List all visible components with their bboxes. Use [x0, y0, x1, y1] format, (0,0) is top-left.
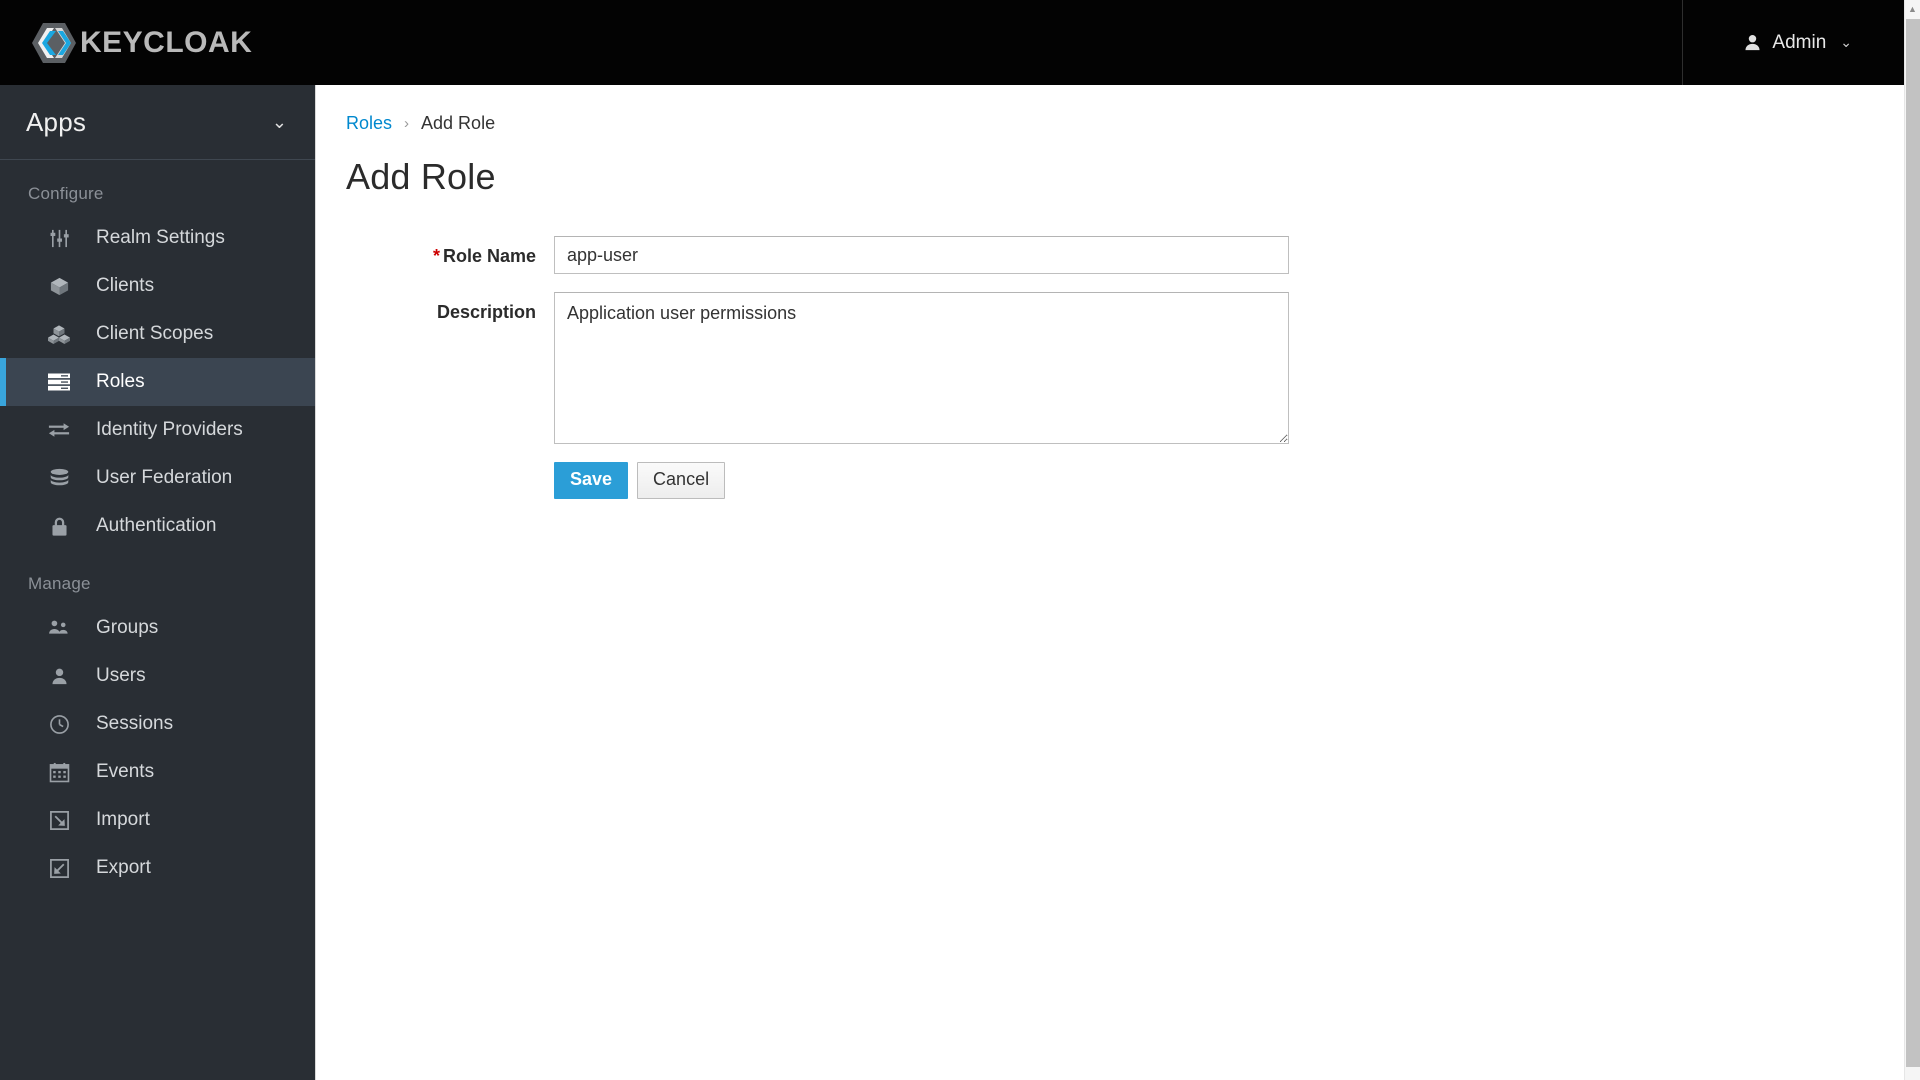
form-row-description: Description [346, 292, 1904, 444]
sidebar-item-label: Sessions [96, 713, 174, 734]
description-textarea[interactable] [554, 292, 1289, 444]
realm-selector-label: Apps [26, 106, 87, 137]
user-icon [48, 665, 70, 687]
role-name-label: * Role Name [346, 236, 554, 267]
sidebar-item-label: Authentication [96, 515, 217, 536]
sidebar-item-label: Import [96, 809, 150, 830]
nav-section-manage-label: Manage [28, 574, 91, 593]
nav-section-configure-label: Configure [28, 184, 104, 203]
brand-logo-link[interactable]: KEYCLOAK [30, 21, 252, 65]
exchange-arrows-icon [48, 419, 70, 441]
sidebar-item-users[interactable]: Users [0, 652, 315, 700]
user-icon [1743, 33, 1762, 52]
database-icon [48, 467, 70, 489]
sidebar-item-identity-providers[interactable]: Identity Providers [0, 406, 315, 454]
role-name-input[interactable] [554, 236, 1289, 274]
cubes-icon [48, 323, 70, 345]
clock-icon [48, 713, 70, 735]
masthead: KEYCLOAK Admin ⌄ [0, 0, 1904, 85]
keycloak-admin-console: KEYCLOAK Admin ⌄ Apps ⌄ Configure Realm … [0, 0, 1920, 1080]
sidebar-item-label: Groups [96, 617, 159, 638]
role-name-label-text: Role Name [442, 246, 536, 266]
save-button[interactable]: Save [554, 462, 629, 499]
sidebar-item-label: Client Scopes [96, 323, 214, 344]
sidebar-item-label: Identity Providers [96, 419, 243, 440]
sidebar-item-user-federation[interactable]: User Federation [0, 454, 315, 502]
export-arrow-icon [48, 857, 70, 879]
form-actions: Save Cancel [554, 462, 1904, 499]
sidebar-item-clients[interactable]: Clients [0, 262, 315, 310]
sidebar-item-roles[interactable]: Roles [0, 358, 315, 406]
breadcrumb: Roles › Add Role [317, 85, 1904, 134]
breadcrumb-separator-icon: › [404, 115, 410, 132]
sidebar-item-label: Realm Settings [96, 227, 225, 248]
sidebar-item-label: Export [96, 857, 151, 878]
sidebar-item-sessions[interactable]: Sessions [0, 700, 315, 748]
page-scrollbar[interactable]: ▲ [1904, 0, 1920, 1080]
main-content: Roles › Add Role Add Role *Role Name Des… [317, 85, 1904, 1080]
admin-user-label: Admin [1772, 31, 1827, 53]
sidebar-item-events[interactable]: Events [0, 748, 315, 796]
required-marker: * [432, 246, 440, 266]
page-title: Add Role [346, 156, 496, 197]
brand-name: KEYCLOAK [80, 25, 253, 59]
scrollbar-thumb[interactable] [1906, 19, 1920, 1067]
sidebar-item-label: Roles [96, 371, 145, 392]
server-stack-icon [48, 371, 70, 393]
chevron-down-icon: ⌄ [271, 112, 287, 132]
sidebar-item-groups[interactable]: Groups [0, 604, 315, 652]
sidebar-item-client-scopes[interactable]: Client Scopes [0, 310, 315, 358]
sidebar-item-label: Clients [96, 275, 155, 296]
lock-icon [48, 515, 70, 537]
cube-icon [48, 275, 70, 297]
add-role-form: *Role Name Description Save Cancel [317, 236, 1904, 499]
users-group-icon [48, 617, 70, 639]
keycloak-hexagon-logo-icon [30, 21, 78, 65]
sidebar-item-export[interactable]: Export [0, 844, 315, 892]
form-row-role-name: * Role Name [346, 236, 1904, 274]
admin-user-dropdown[interactable]: Admin ⌄ [1743, 32, 1852, 54]
description-label: Description [436, 302, 536, 322]
sidebar-item-realm-settings[interactable]: Realm Settings [0, 214, 315, 262]
scroll-up-arrow-icon[interactable]: ▲ [1905, 0, 1920, 17]
sidebar-item-authentication[interactable]: Authentication [0, 502, 315, 550]
import-arrow-icon [48, 809, 70, 831]
chevron-down-icon: ⌄ [1840, 34, 1852, 50]
breadcrumb-link-roles[interactable]: Roles [346, 113, 392, 134]
sidebar-item-label: User Federation [96, 467, 233, 488]
sliders-icon [48, 227, 70, 249]
sidebar-navigation: Apps ⌄ Configure Realm Settings Clients … [0, 85, 316, 1080]
sidebar-item-label: Events [96, 761, 155, 782]
sidebar-item-import[interactable]: Import [0, 796, 315, 844]
masthead-utilities: Admin ⌄ [1682, 0, 1904, 85]
calendar-icon [48, 761, 70, 783]
realm-selector[interactable]: Apps ⌄ [0, 85, 315, 160]
sidebar-item-label: Users [96, 665, 146, 686]
breadcrumb-current: Add Role [421, 113, 496, 133]
cancel-button[interactable]: Cancel [637, 462, 726, 499]
